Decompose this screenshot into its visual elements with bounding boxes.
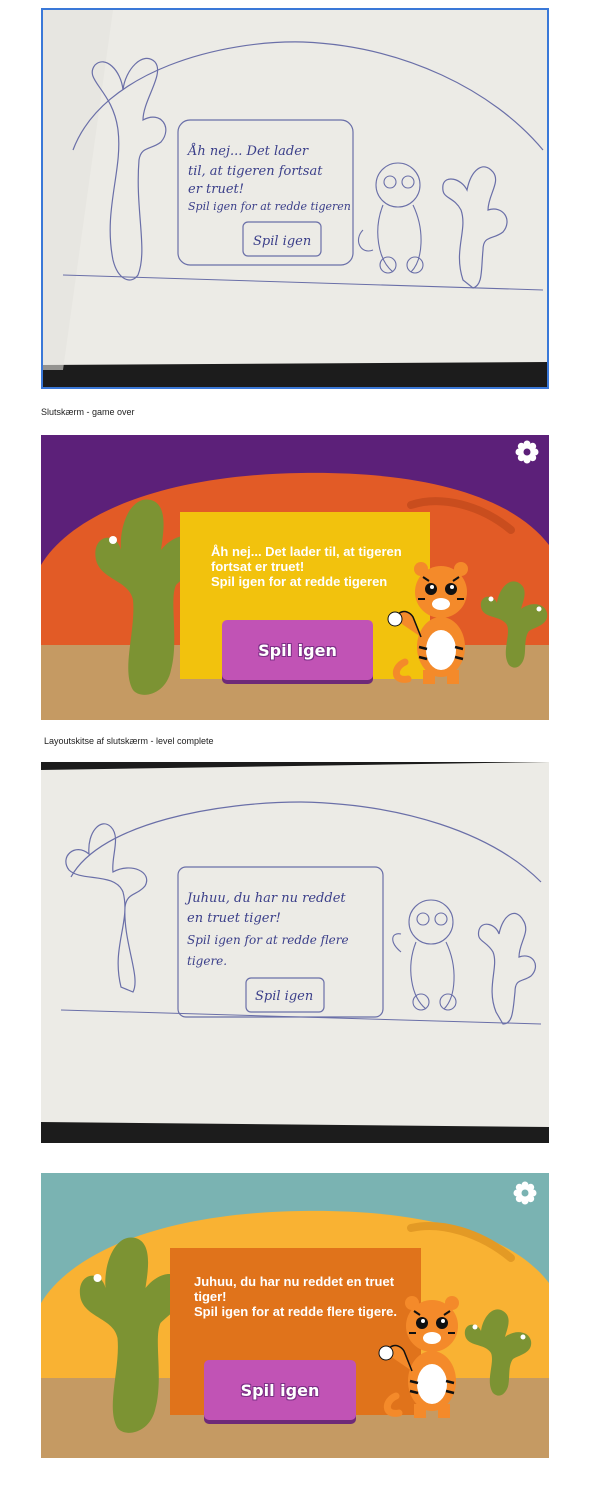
paper-sketch: Juhuu, du har nu reddet en truet tiger! … xyxy=(41,762,549,1143)
sketch-line-3: Spil igen for at redde flere xyxy=(187,933,349,947)
tiger-icon xyxy=(378,1296,459,1418)
caption-level-complete: Layoutskitse af slutskærm - level comple… xyxy=(44,736,214,746)
sketch-line-4: tigere. xyxy=(187,954,227,968)
sketch-line-1: Juhuu, du har nu reddet xyxy=(184,891,346,906)
sketch-line-1: Åh nej... Det lader xyxy=(186,143,309,159)
play-again-button[interactable]: Spil igen xyxy=(222,620,373,680)
gear-icon[interactable] xyxy=(513,1181,537,1205)
gear-icon[interactable] xyxy=(515,440,539,464)
paper-sketch: Åh nej... Det lader til, at tigeren fort… xyxy=(43,10,547,387)
tiger-icon xyxy=(387,562,468,684)
sketch-line-4: Spil igen for at redde tigeren xyxy=(188,200,351,213)
sketch-line-3: er truet! xyxy=(188,182,244,197)
sketch-line-2: til, at tigeren fortsat xyxy=(188,164,323,179)
sketch-photo-level-complete: Juhuu, du har nu reddet en truet tiger! … xyxy=(41,762,549,1143)
sketch-button-label: Spil igen xyxy=(253,234,311,249)
sketch-button-label: Spil igen xyxy=(255,989,313,1004)
cactus-icon xyxy=(480,581,548,668)
play-again-button[interactable]: Spil igen xyxy=(204,1360,356,1420)
sketch-line-2: en truet tiger! xyxy=(187,911,281,926)
game-over-screen: Åh nej... Det lader til, at tigeren fort… xyxy=(41,435,549,720)
caption-game-over: Slutskærm - game over xyxy=(41,407,135,417)
cactus-icon xyxy=(464,1309,532,1396)
sketch-photo-game-over: Åh nej... Det lader til, at tigeren fort… xyxy=(41,8,549,389)
level-complete-screen: Juhuu, du har nu reddet en truet tiger! … xyxy=(41,1173,549,1458)
